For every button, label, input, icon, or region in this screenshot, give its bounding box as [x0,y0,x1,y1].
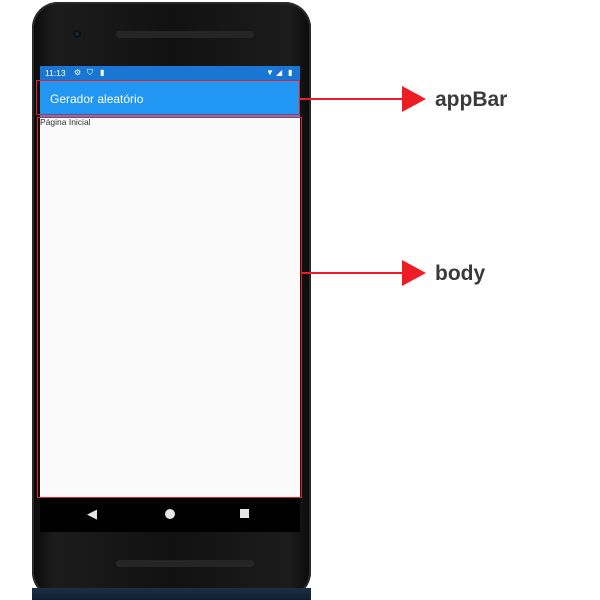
status-time: 11:13 [45,68,66,78]
navigation-bar: ◀ [40,498,300,532]
shield-icon: ⛉ [87,68,93,77]
sd-card-icon: ▮ [100,68,105,77]
gear-icon: ⚙ [74,68,82,77]
recents-icon[interactable] [240,509,249,518]
appbar-annotation-label: appBar [435,88,508,111]
body-annotation-label: body [435,262,486,285]
back-icon[interactable]: ◀ [87,507,97,520]
body-highlight-box [37,117,302,498]
front-camera [73,30,81,38]
appbar-arrow-head-icon [402,86,426,112]
appbar-arrow-line [300,98,404,100]
bottom-speaker [116,560,254,567]
signal-icon: ◢ [276,68,283,77]
wifi-icon: ▼ [266,68,274,77]
body-arrow-head-icon [402,260,426,286]
top-speaker [116,31,254,38]
home-icon[interactable] [165,509,175,519]
status-bar: 11:13 ⚙ ⛉ ▮ ▼ ◢ ▮ [40,66,300,80]
battery-icon: ▮ [288,68,293,77]
body-arrow-line [302,272,404,274]
appbar-highlight-box [36,80,300,115]
phone-background-strip [32,588,311,600]
